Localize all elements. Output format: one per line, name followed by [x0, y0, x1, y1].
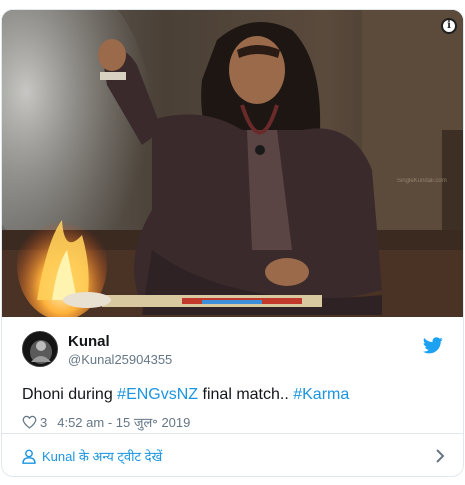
tweet-body: Kunal @Kunal25904355 Dhoni during #ENGvs…: [2, 317, 463, 431]
heart-icon[interactable]: [22, 415, 37, 429]
avatar[interactable]: [22, 331, 58, 367]
info-icon[interactable]: i: [441, 18, 457, 34]
tweet-timestamp[interactable]: 4:52 am - 15 जुल॰ 2019: [57, 413, 190, 431]
more-tweets-link[interactable]: Kunal के अन्य ट्वीट देखें: [2, 434, 463, 476]
svg-text:SingleKundali.com: SingleKundali.com: [397, 178, 447, 184]
photo-scene: SingleKundali.com: [2, 10, 463, 317]
twitter-bird-icon[interactable]: [423, 337, 443, 354]
tweet-media-photo[interactable]: SingleKundali.com i: [2, 10, 463, 317]
tweet-text-prefix: Dhoni during: [22, 386, 118, 403]
author-handle[interactable]: @Kunal25904355: [68, 351, 172, 368]
hashtag-karma[interactable]: #Karma: [293, 386, 349, 403]
tweet-meta: 3 4:52 am - 15 जुल॰ 2019: [22, 413, 443, 431]
chevron-right-icon[interactable]: [435, 449, 445, 463]
tweet-text: Dhoni during #ENGvsNZ final match.. #Kar…: [22, 385, 443, 405]
hashtag-engvsnz[interactable]: #ENGvsNZ: [117, 386, 198, 403]
tweet-text-middle: final match..: [198, 386, 294, 403]
like-count[interactable]: 3: [40, 415, 47, 430]
embedded-tweet-card: SingleKundali.com i Kunal @Kunal25904355: [1, 9, 464, 477]
tweet-author[interactable]: Kunal @Kunal25904355: [22, 317, 443, 373]
user-icon: [22, 449, 36, 464]
more-tweets-label[interactable]: Kunal के अन्य ट्वीट देखें: [42, 447, 162, 465]
avatar-image: [23, 332, 57, 366]
author-display-name[interactable]: Kunal: [68, 333, 172, 351]
